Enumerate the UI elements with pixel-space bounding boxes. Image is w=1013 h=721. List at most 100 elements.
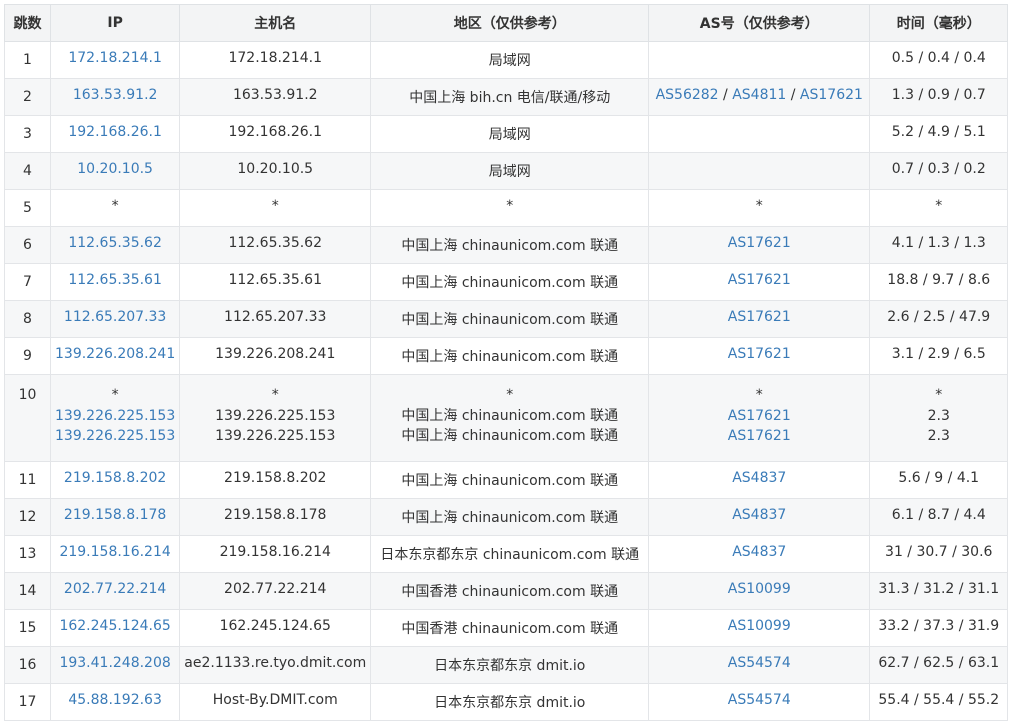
cell-ip[interactable]: 172.18.214.1 xyxy=(49,41,181,79)
ip-link[interactable]: 112.65.207.33 xyxy=(64,309,166,325)
ip-link[interactable]: 10.20.10.5 xyxy=(77,161,153,177)
as-link: * xyxy=(755,197,763,214)
as-link[interactable]: AS17621 xyxy=(728,272,791,288)
cell-as[interactable] xyxy=(648,115,871,153)
ip-link[interactable]: 192.168.26.1 xyxy=(68,124,162,140)
ip-link[interactable]: 139.226.208.241 xyxy=(55,346,175,362)
cell-hop: 16 xyxy=(4,646,51,684)
as-link[interactable]: AS17621 xyxy=(800,87,863,103)
cell-as[interactable]: AS4837 xyxy=(648,535,871,573)
cell-ip[interactable]: 112.65.35.62 xyxy=(49,226,181,264)
cell-as[interactable]: AS17621 xyxy=(648,263,871,301)
as-link[interactable]: AS54574 xyxy=(728,655,791,671)
cell-ip[interactable]: 219.158.16.214 xyxy=(49,535,181,573)
table-row: 8 112.65.207.33 112.65.207.33 中国上海 chinauni… xyxy=(4,300,1009,338)
region-text: 日本东京都东京 chinaunicom.com 联通 xyxy=(380,546,640,563)
cell-as[interactable]: * AS17621 AS17621 xyxy=(648,374,871,462)
as-link[interactable]: AS4811 xyxy=(732,87,786,103)
table-row: 12 219.158.8.178 219.158.8.178 中国上海 chinaun… xyxy=(4,498,1009,536)
hostname-text: 139.226.225.153 xyxy=(215,428,336,444)
ip-link[interactable]: 112.65.35.62 xyxy=(68,235,162,251)
cell-ip[interactable]: 45.88.192.63 xyxy=(49,683,181,721)
ip-link[interactable]: 45.88.192.63 xyxy=(68,692,162,708)
cell-ip[interactable]: * xyxy=(49,189,181,227)
hop-number: 6 xyxy=(23,237,32,253)
ip-link[interactable]: 139.226.225.153 xyxy=(55,408,175,424)
cell-time: 5.2 / 4.9 / 5.1 xyxy=(869,115,1009,153)
as-link[interactable]: AS54574 xyxy=(728,692,791,708)
ip-link[interactable]: 202.77.22.214 xyxy=(64,581,166,597)
cell-as[interactable] xyxy=(648,41,871,79)
as-link[interactable]: AS17621 xyxy=(728,235,791,251)
latency-text: 31 / 30.7 / 30.6 xyxy=(885,543,993,560)
ip-link[interactable]: 163.53.91.2 xyxy=(73,87,158,103)
cell-as[interactable]: AS10099 xyxy=(648,572,871,610)
ip-link[interactable]: 193.41.248.208 xyxy=(59,655,170,671)
cell-ip[interactable]: 193.41.248.208 xyxy=(49,646,181,684)
hostname-text: 202.77.22.214 xyxy=(224,580,327,597)
ip-link[interactable]: 219.158.8.202 xyxy=(64,470,166,486)
cell-as[interactable]: AS4837 xyxy=(648,498,871,536)
as-link[interactable]: AS4837 xyxy=(732,470,786,486)
region-text: 中国上海 chinaunicom.com 联通 xyxy=(401,311,619,328)
cell-ip[interactable]: 202.77.22.214 xyxy=(49,572,181,610)
cell-ip[interactable]: 192.168.26.1 xyxy=(49,115,181,153)
cell-ip[interactable]: 10.20.10.5 xyxy=(49,152,181,190)
cell-region: 中国上海 bih.cn 电信/联通/移动 xyxy=(370,78,650,116)
cell-ip[interactable]: 139.226.208.241 xyxy=(49,337,181,375)
cell-ip[interactable]: 112.65.207.33 xyxy=(49,300,181,338)
cell-as[interactable]: AS56282 / AS4811 / AS17621 xyxy=(648,78,871,116)
cell-as[interactable] xyxy=(648,152,871,190)
as-link[interactable]: AS17621 xyxy=(728,346,791,362)
as-link[interactable]: AS56282 xyxy=(656,87,719,103)
hostname-text: * xyxy=(271,387,279,403)
region-text: 中国上海 chinaunicom.com 联通 xyxy=(401,407,619,424)
ip-link[interactable]: 172.18.214.1 xyxy=(68,50,162,66)
ip-link[interactable]: 162.245.124.65 xyxy=(59,618,170,634)
cell-hop: 14 xyxy=(4,572,51,610)
cell-hop: 5 xyxy=(4,189,51,227)
as-link[interactable]: AS17621 xyxy=(728,408,791,424)
cell-ip[interactable]: 162.245.124.65 xyxy=(49,609,181,647)
cell-ip[interactable]: 163.53.91.2 xyxy=(49,78,181,116)
latency-text: 5.6 / 9 / 4.1 xyxy=(898,469,980,486)
cell-ip[interactable]: 219.158.8.202 xyxy=(49,461,181,499)
as-link[interactable]: AS4837 xyxy=(732,507,786,523)
cell-as[interactable]: AS10099 xyxy=(648,609,871,647)
latency-text: 2.3 xyxy=(927,407,950,424)
ip-link[interactable]: 112.65.35.61 xyxy=(68,272,162,288)
cell-hostname: 219.158.8.202 xyxy=(179,461,372,499)
cell-as[interactable]: * xyxy=(648,189,871,227)
latency-text: 62.7 / 62.5 / 63.1 xyxy=(878,654,1000,671)
latency-text: 31.3 / 31.2 / 31.1 xyxy=(878,580,1000,597)
ip-link[interactable]: 139.226.225.153 xyxy=(55,428,175,444)
cell-hop: 15 xyxy=(4,609,51,647)
cell-ip[interactable]: * 139.226.225.153 139.226.225.153 xyxy=(49,374,181,462)
cell-hostname: 219.158.8.178 xyxy=(179,498,372,536)
as-link[interactable]: AS10099 xyxy=(728,618,791,634)
cell-hop: 7 xyxy=(4,263,51,301)
cell-as[interactable]: AS54574 xyxy=(648,683,871,721)
cell-as[interactable]: AS17621 xyxy=(648,337,871,375)
hostname-text: * xyxy=(271,197,279,214)
hostname-text: 112.65.35.61 xyxy=(228,271,322,288)
ip-link[interactable]: 219.158.8.178 xyxy=(64,507,166,523)
cell-hop: 12 xyxy=(4,498,51,536)
as-link[interactable]: AS17621 xyxy=(728,309,791,325)
cell-ip[interactable]: 112.65.35.61 xyxy=(49,263,181,301)
hostname-text: 163.53.91.2 xyxy=(232,86,318,103)
ip-link[interactable]: 219.158.16.214 xyxy=(59,544,170,560)
hop-number: 11 xyxy=(18,472,37,488)
cell-as[interactable]: AS54574 xyxy=(648,646,871,684)
cell-as[interactable]: AS17621 xyxy=(648,226,871,264)
cell-region: 中国香港 chinaunicom.com 联通 xyxy=(370,609,650,647)
as-link[interactable]: AS10099 xyxy=(728,581,791,597)
cell-as[interactable]: AS4837 xyxy=(648,461,871,499)
cell-ip[interactable]: 219.158.8.178 xyxy=(49,498,181,536)
as-link[interactable]: AS4837 xyxy=(732,544,786,560)
cell-hostname: 112.65.35.62 xyxy=(179,226,372,264)
cell-time: 33.2 / 37.3 / 31.9 xyxy=(869,609,1009,647)
cell-as[interactable]: AS17621 xyxy=(648,300,871,338)
as-link[interactable]: AS17621 xyxy=(728,428,791,444)
cell-hostname: * xyxy=(179,189,372,227)
